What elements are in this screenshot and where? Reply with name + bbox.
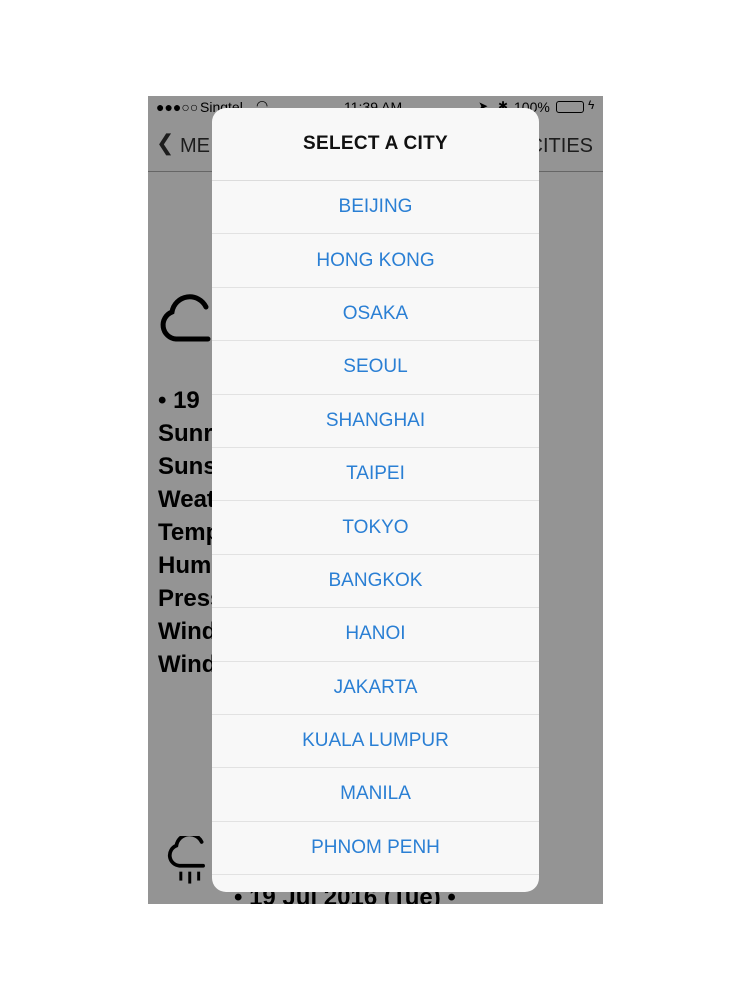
city-option-shanghai[interactable]: SHANGHAI <box>212 395 539 448</box>
city-option-hanoi[interactable]: HANOI <box>212 608 539 662</box>
city-option-seoul[interactable]: SEOUL <box>212 341 539 395</box>
city-option-phnom-penh[interactable]: PHNOM PENH <box>212 822 539 876</box>
picker-title: SELECT A CITY <box>212 108 539 181</box>
city-option-kuala-lumpur[interactable]: KUALA LUMPUR <box>212 715 539 769</box>
city-option-tokyo[interactable]: TOKYO <box>212 501 539 555</box>
city-option-bangkok[interactable]: BANGKOK <box>212 555 539 609</box>
city-picker-sheet: SELECT A CITY BEIJING HONG KONG OSAKA SEOUL… <box>212 108 539 892</box>
city-option-manila[interactable]: MANILA <box>212 768 539 822</box>
city-list: BEIJING HONG KONG OSAKA SEOUL SHANGHAI TAIPEI… <box>212 181 539 876</box>
city-option-jakarta[interactable]: JAKARTA <box>212 662 539 715</box>
city-option-taipei[interactable]: TAIPEI <box>212 448 539 502</box>
city-option-hong-kong[interactable]: HONG KONG <box>212 234 539 288</box>
city-option-osaka[interactable]: OSAKA <box>212 288 539 342</box>
city-option-beijing[interactable]: BEIJING <box>212 181 539 235</box>
